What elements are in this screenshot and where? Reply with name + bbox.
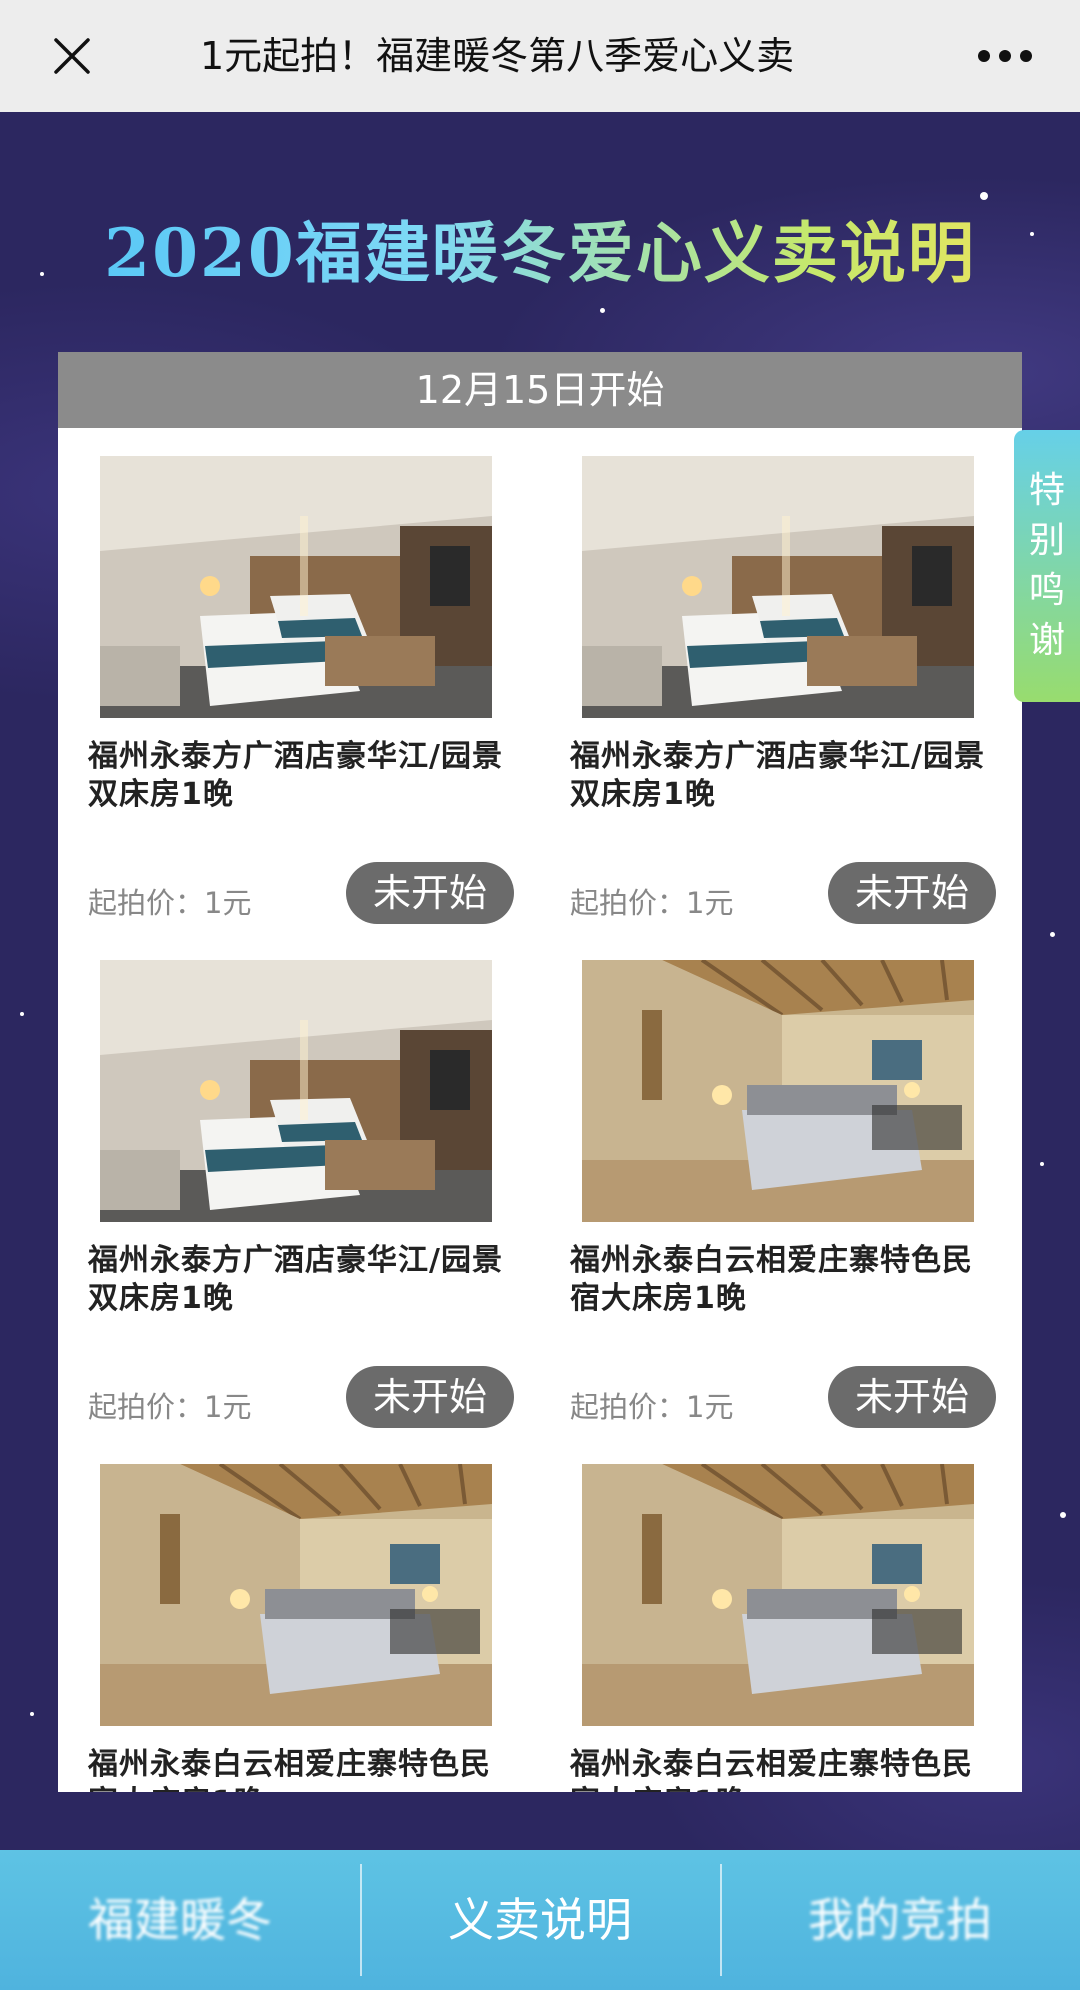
tab-my-bids[interactable]: 我的竞拍 xyxy=(720,1850,1080,1990)
product-name: 福州永泰白云相爱庄寨特色民宿大床房1晚 xyxy=(570,1243,973,1316)
product-name: 福州永泰方广酒店豪华江/园景双床房1晚 xyxy=(88,1243,503,1316)
star-decoration xyxy=(980,192,988,200)
close-icon[interactable] xyxy=(44,28,100,84)
status-button[interactable]: 未开始 xyxy=(346,1366,514,1428)
product-name: 福州永泰白云相爱庄寨特色民宿大床房1晚 xyxy=(570,1747,973,1792)
status-button[interactable]: 未开始 xyxy=(346,862,514,924)
tab-label: 福建暖冬 xyxy=(88,1893,272,1947)
starting-price: 起拍价：1元 xyxy=(570,1390,734,1424)
starting-price: 起拍价：1元 xyxy=(570,886,734,920)
tab-label: 我的竞拍 xyxy=(808,1893,992,1947)
more-icon[interactable] xyxy=(970,28,1040,84)
product-name: 福州永泰方广酒店豪华江/园景双床房1晚 xyxy=(570,739,985,812)
product-photo[interactable] xyxy=(100,1464,492,1726)
star-decoration xyxy=(600,308,605,313)
status-button[interactable]: 未开始 xyxy=(828,1366,996,1428)
star-decoration xyxy=(1060,1512,1066,1518)
starting-price: 起拍价：1元 xyxy=(88,886,252,920)
top-bar: 1元起拍！福建暖冬第八季爱心义卖 xyxy=(0,0,1080,113)
starting-price: 起拍价：1元 xyxy=(88,1390,252,1424)
product-photo[interactable] xyxy=(100,456,492,718)
bottom-nav: 福建暖冬 义卖说明 我的竞拍 xyxy=(0,1850,1080,1990)
panel-header: 12月15日开始 xyxy=(58,352,1022,428)
page-title: 1元起拍！福建暖冬第八季爱心义卖 xyxy=(200,34,795,78)
banner-title: 2020福建暖冬爱心义卖说明 xyxy=(0,200,1080,296)
special-thanks-tab[interactable]: 特 别 鸣 谢 xyxy=(1014,430,1080,702)
sidetab-char: 别 xyxy=(1028,520,1065,561)
product-photo[interactable] xyxy=(582,456,974,718)
sidetab-char: 鸣 xyxy=(1028,570,1065,611)
star-decoration xyxy=(1040,1162,1044,1166)
star-decoration xyxy=(1050,932,1055,937)
star-decoration xyxy=(20,1012,24,1016)
sidetab-char: 特 xyxy=(1028,470,1065,511)
star-decoration xyxy=(30,1712,34,1716)
auction-panel: 12月15日开始 福州永泰方广酒店豪华江/园景双床房1晚 起拍价：1元 未开始 … xyxy=(58,352,1022,1792)
tab-sale-description[interactable]: 义卖说明 xyxy=(360,1850,720,1990)
product-name: 福州永泰白云相爱庄寨特色民宿大床房1晚 xyxy=(88,1747,491,1792)
product-photo[interactable] xyxy=(582,960,974,1222)
status-button[interactable]: 未开始 xyxy=(828,862,996,924)
product-name: 福州永泰方广酒店豪华江/园景双床房1晚 xyxy=(88,739,503,812)
tab-label: 义卖说明 xyxy=(448,1893,632,1947)
product-photo[interactable] xyxy=(100,960,492,1222)
sidetab-char: 谢 xyxy=(1028,620,1065,661)
tab-fujian-winter[interactable]: 福建暖冬 xyxy=(0,1850,360,1990)
product-photo[interactable] xyxy=(582,1464,974,1726)
